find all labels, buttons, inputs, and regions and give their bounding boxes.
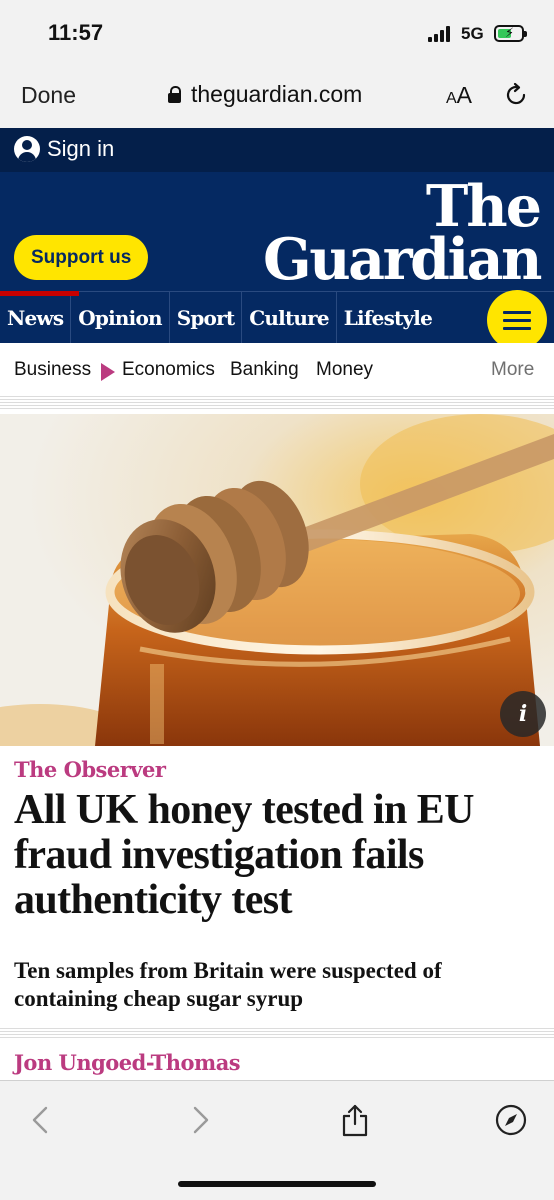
site-header: Sign in The Guardian Support us News Opi… <box>0 128 554 350</box>
nav-item-culture[interactable]: Culture <box>242 292 337 344</box>
lock-icon <box>168 85 183 104</box>
subnav-item-economics[interactable]: Economics <box>122 359 215 381</box>
honey-dipper-photo <box>0 414 554 746</box>
status-bar: 11:57 5G ⚡ <box>0 0 554 62</box>
home-indicator <box>178 1181 376 1187</box>
share-icon[interactable] <box>338 1103 372 1137</box>
article-standfirst: Ten samples from Britain were suspected … <box>14 958 442 1011</box>
url-text: theguardian.com <box>191 81 363 107</box>
subnav-item-money[interactable]: Money <box>316 359 373 381</box>
breadcrumb-arrow-icon <box>101 363 115 381</box>
article-hero-image: i <box>0 414 554 746</box>
reload-icon[interactable] <box>503 82 529 108</box>
back-chevron-icon[interactable] <box>24 1103 58 1137</box>
divider-lines <box>0 399 554 409</box>
nav-item-opinion[interactable]: Opinion <box>71 292 170 344</box>
article-headline: All UK honey tested in EU fraud investig… <box>14 787 474 923</box>
status-time: 11:57 <box>48 20 104 45</box>
sign-in-link[interactable]: Sign in <box>14 136 114 162</box>
series-kicker[interactable]: The Observer <box>14 757 166 782</box>
url-field[interactable]: theguardian.com <box>168 81 362 108</box>
forward-chevron-icon[interactable] <box>183 1103 217 1137</box>
nav-item-sport[interactable]: Sport <box>170 292 243 344</box>
compass-icon[interactable] <box>494 1103 528 1137</box>
sub-navigation: Business Economics Banking Money More <box>0 343 554 397</box>
subnav-more[interactable]: More <box>491 359 534 381</box>
done-button[interactable]: Done <box>21 82 76 109</box>
nav-item-lifestyle[interactable]: Lifestyle <box>337 292 439 344</box>
browser-top-bar: Done theguardian.com AA <box>0 62 554 128</box>
text-size-button[interactable]: AA <box>446 82 472 109</box>
cellular-signal-icon <box>428 26 454 42</box>
logo-line-guardian: Guardian <box>263 226 542 293</box>
image-info-button[interactable]: i <box>500 691 546 737</box>
active-pillar-indicator <box>0 291 79 296</box>
sign-in-bar: Sign in <box>0 128 554 172</box>
pillar-nav: News Opinion Sport Culture Lifestyle <box>0 291 554 344</box>
nav-item-news[interactable]: News <box>0 292 72 344</box>
network-type: 5G <box>461 24 484 43</box>
subnav-item-business[interactable]: Business <box>14 359 91 381</box>
sign-in-label: Sign in <box>47 136 115 161</box>
divider-lines <box>0 1028 554 1038</box>
article-byline[interactable]: Jon Ungoed-Thomas <box>14 1050 241 1075</box>
support-us-button[interactable]: Support us <box>14 235 149 280</box>
subnav-item-banking[interactable]: Banking <box>230 359 299 381</box>
charging-bolt-icon: ⚡ <box>505 25 515 40</box>
hamburger-menu-icon[interactable] <box>487 290 547 350</box>
battery-icon: ⚡ <box>494 25 527 42</box>
guardian-logo[interactable]: The Guardian <box>263 178 542 293</box>
user-icon <box>14 136 40 162</box>
